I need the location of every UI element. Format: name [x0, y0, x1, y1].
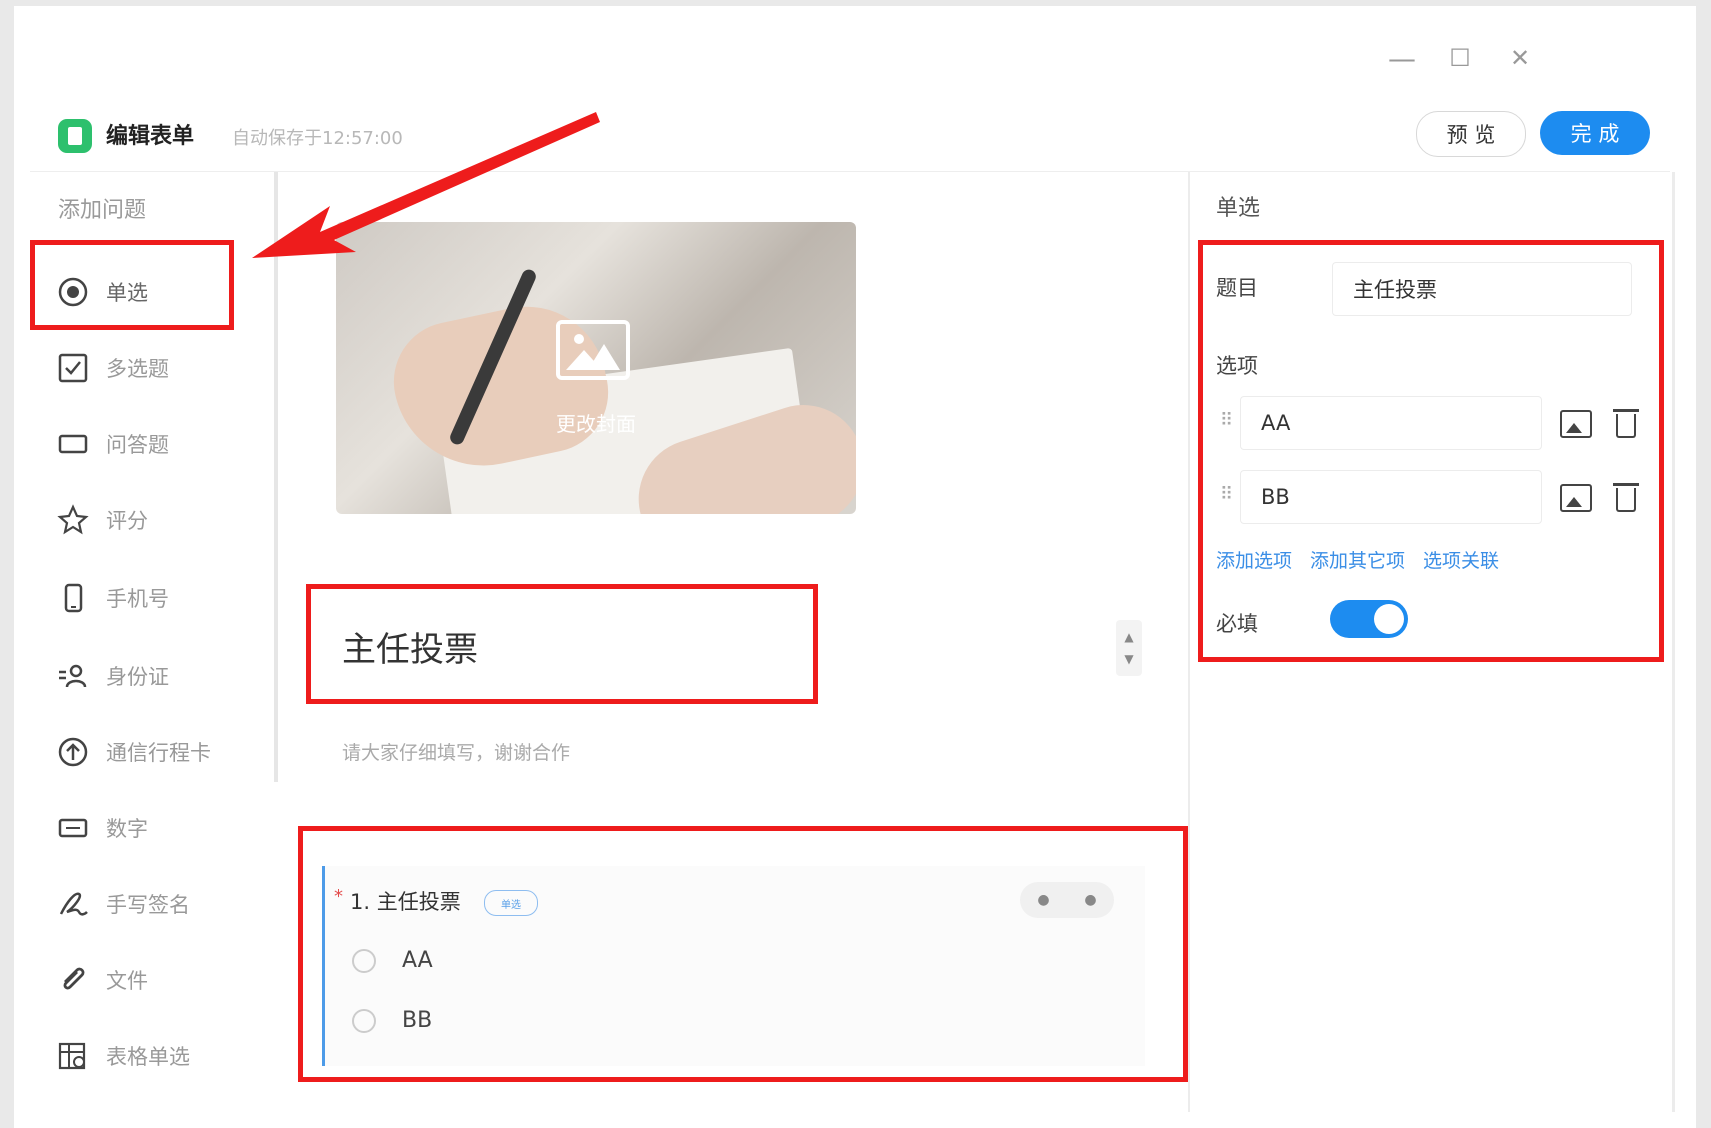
- option-input[interactable]: AA: [1240, 396, 1542, 450]
- question-option[interactable]: BB: [352, 1008, 432, 1033]
- required-label: 必填: [1216, 612, 1258, 636]
- id-card-icon: [56, 659, 90, 693]
- question-option[interactable]: AA: [352, 948, 433, 973]
- sidebar-item-rating[interactable]: 评分: [56, 500, 148, 540]
- drag-handle-icon[interactable]: ⠿: [1220, 484, 1233, 505]
- form-description[interactable]: 请大家仔细填写，谢谢合作: [342, 738, 570, 765]
- required-mark: *: [334, 886, 343, 907]
- reorder-stepper[interactable]: ▲ ▼: [1116, 620, 1142, 676]
- sidebar-item-label: 通信行程卡: [106, 741, 211, 765]
- page-title: 编辑表单: [106, 124, 195, 149]
- options-label: 选项: [1216, 354, 1258, 378]
- sidebar-item-id-card[interactable]: 身份证: [56, 656, 169, 696]
- sidebar-item-label: 评分: [106, 509, 148, 533]
- sidebar-item-travel-card[interactable]: 通信行程卡: [56, 732, 211, 772]
- radio-icon: [352, 1008, 376, 1033]
- add-option-link[interactable]: 添加选项: [1216, 546, 1292, 573]
- table-radio-icon: [56, 1039, 90, 1073]
- chevron-up-icon[interactable]: ▲: [1124, 626, 1133, 648]
- image-icon: [556, 320, 630, 380]
- option-input[interactable]: BB: [1240, 470, 1542, 524]
- question-toolbar: ● ●: [1020, 882, 1114, 918]
- option-links: 添加选项 添加其它项 选项关联: [1216, 546, 1499, 573]
- sidebar-item-label: 表格单选: [106, 1045, 190, 1069]
- autosave-status: 自动保存于12:57:00: [232, 128, 403, 149]
- image-icon[interactable]: [1560, 484, 1592, 512]
- sidebar-item-signature[interactable]: 手写签名: [56, 884, 190, 924]
- sidebar-item-label: 数字: [106, 817, 148, 841]
- topic-label: 题目: [1216, 276, 1258, 300]
- question-label: 1. 主任投票: [350, 890, 461, 914]
- sidebar-title: 添加问题: [58, 198, 147, 223]
- required-toggle[interactable]: [1330, 600, 1408, 638]
- preview-button[interactable]: 预 览: [1416, 111, 1526, 157]
- option-association-link[interactable]: 选项关联: [1423, 546, 1499, 573]
- sidebar-item-label: 手写签名: [106, 893, 190, 917]
- radio-icon: [56, 275, 90, 309]
- delete-icon[interactable]: ●: [1084, 892, 1096, 908]
- minimize-icon[interactable]: —: [1382, 38, 1422, 78]
- star-icon: [56, 503, 90, 537]
- drag-handle-icon[interactable]: ⠿: [1220, 410, 1233, 431]
- sidebar-item-label: 单选: [106, 281, 148, 305]
- option-label: BB: [402, 1008, 433, 1033]
- paperclip-icon: [56, 963, 90, 997]
- sidebar-item-label: 手机号: [106, 587, 169, 611]
- done-button[interactable]: 完 成: [1540, 111, 1650, 155]
- sidebar-item-file[interactable]: 文件: [56, 960, 148, 1000]
- close-icon[interactable]: ✕: [1500, 38, 1540, 78]
- sidebar-item-label: 问答题: [106, 433, 169, 457]
- topic-input[interactable]: 主任投票: [1332, 262, 1632, 316]
- form-logo-icon: [58, 119, 92, 153]
- option-label: AA: [402, 948, 433, 973]
- signature-icon: [56, 887, 90, 921]
- panel-scrollbar[interactable]: [1672, 172, 1675, 1112]
- change-cover-label[interactable]: 更改封面: [336, 408, 856, 437]
- image-icon[interactable]: [1560, 410, 1592, 438]
- add-other-option-link[interactable]: 添加其它项: [1310, 546, 1405, 573]
- textbox-icon: [56, 427, 90, 461]
- phone-icon: [56, 581, 90, 615]
- sidebar-item-multi-choice[interactable]: 多选题: [56, 348, 169, 388]
- number-icon: [56, 811, 90, 845]
- panel-title: 单选: [1216, 196, 1261, 221]
- checkbox-icon: [56, 351, 90, 385]
- form-title[interactable]: 主任投票: [342, 622, 478, 671]
- sidebar-item-qa[interactable]: 问答题: [56, 424, 169, 464]
- trash-icon[interactable]: [1613, 483, 1639, 512]
- sidebar-item-phone[interactable]: 手机号: [56, 578, 169, 618]
- sidebar-item-single-choice[interactable]: 单选: [56, 272, 148, 312]
- radio-icon: [352, 948, 376, 973]
- chevron-down-icon[interactable]: ▼: [1124, 648, 1133, 670]
- sidebar-item-label: 文件: [106, 969, 148, 993]
- upload-circle-icon: [56, 735, 90, 769]
- copy-icon[interactable]: ●: [1037, 892, 1049, 908]
- question-type-badge: 单选: [484, 890, 538, 916]
- sidebar-item-label: 身份证: [106, 665, 169, 689]
- maximize-icon[interactable]: ☐: [1440, 38, 1480, 78]
- cover-image[interactable]: 更改封面: [336, 222, 856, 514]
- trash-icon[interactable]: [1613, 409, 1639, 438]
- sidebar-item-number[interactable]: 数字: [56, 808, 148, 848]
- sidebar-item-table-radio[interactable]: 表格单选: [56, 1036, 190, 1076]
- sidebar-item-label: 多选题: [106, 357, 169, 381]
